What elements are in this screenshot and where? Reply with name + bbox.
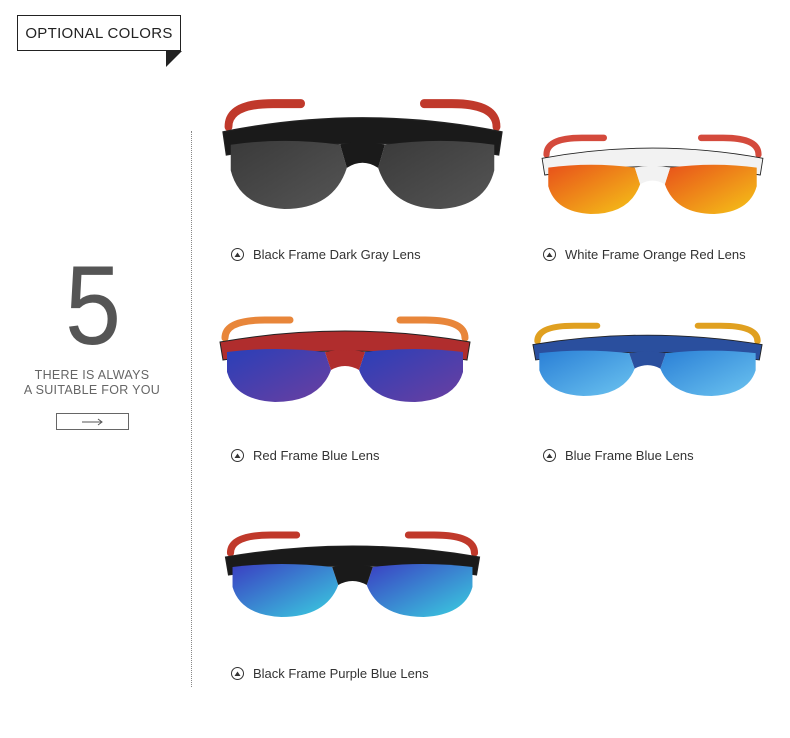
product-caption: Red Frame Blue Lens [231,448,379,463]
header-corner-decoration [166,51,182,67]
product-caption: White Frame Orange Red Lens [543,247,746,262]
chevron-up-circle-icon [231,667,244,680]
product-label: Red Frame Blue Lens [253,448,380,463]
product-label: Black Frame Dark Gray Lens [253,247,421,262]
product-card[interactable] [200,505,505,645]
sunglasses-image [224,531,481,617]
product-label: White Frame Orange Red Lens [565,247,746,262]
sunglasses-image [222,99,503,209]
section-title: OPTIONAL COLORS [25,25,173,42]
tagline-line-2: A SUITABLE FOR YOU [23,383,161,397]
product-label: Blue Frame Blue Lens [565,448,694,463]
tagline-line-1: THERE IS ALWAYS [34,368,150,382]
chevron-up-circle-icon [543,248,556,261]
chevron-up-circle-icon [543,449,556,462]
next-arrow-button[interactable] [56,413,129,430]
product-card[interactable] [195,290,495,430]
product-caption: Black Frame Purple Blue Lens [231,666,429,681]
product-caption: Blue Frame Blue Lens [543,448,694,463]
chevron-up-circle-icon [231,449,244,462]
section-header: OPTIONAL COLORS [17,15,181,51]
color-count-number: 5 [64,243,122,368]
product-card[interactable] [520,110,785,240]
product-card[interactable] [510,300,785,420]
product-label: Black Frame Purple Blue Lens [253,666,429,681]
product-card[interactable] [195,65,530,245]
vertical-divider [191,131,192,687]
sunglasses-image [541,134,764,214]
sunglasses-image [532,322,763,396]
arrow-right-icon [82,418,103,426]
product-caption: Black Frame Dark Gray Lens [231,247,421,262]
chevron-up-circle-icon [231,248,244,261]
sunglasses-image [219,316,471,402]
